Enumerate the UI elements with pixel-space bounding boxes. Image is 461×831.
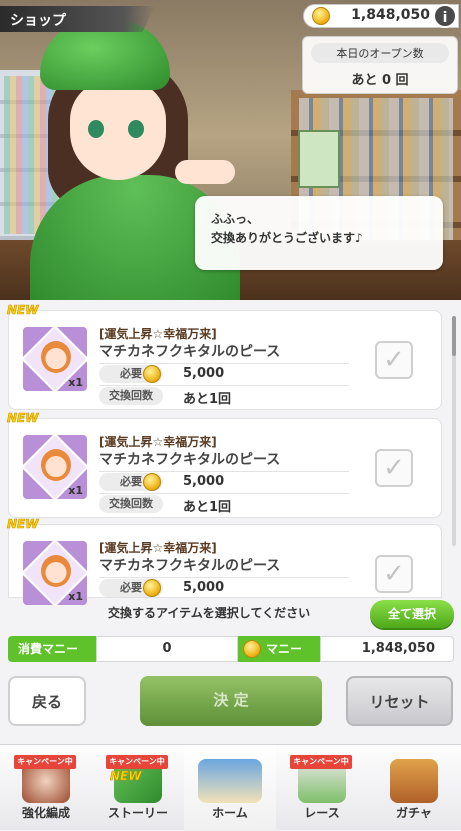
new-badge: NEW [7, 517, 39, 532]
item-quantity: x1 [68, 590, 83, 603]
speech-bubble: ふふっ、 交換ありがとうございます♪ [195, 196, 443, 270]
character-face [70, 80, 166, 180]
item-checkbox[interactable]: ✓ [375, 341, 413, 379]
nav-label: レース [304, 806, 340, 820]
spend-money-label: 消費マニー [8, 636, 96, 662]
nav-label: 強化編成 [21, 806, 70, 820]
nav-label: ホーム [212, 806, 248, 820]
item-quantity: x1 [68, 484, 83, 497]
character-eye-right [128, 120, 144, 138]
nav-item-enhance[interactable]: キャンペーン中 強化編成 [0, 745, 92, 831]
item-name: マチカネフクキタルのピース [99, 558, 281, 574]
list-scrollbar[interactable] [452, 316, 456, 546]
character-portrait-icon [41, 449, 71, 481]
back-button[interactable]: 戻る [8, 676, 86, 726]
exchange-count-label: 交換回数 [99, 495, 163, 513]
list-item[interactable]: NEW x1 [運気上昇☆幸福万来] マチカネフクキタルのピース 必要 5,00… [7, 411, 442, 518]
exchange-count: あと1回 [183, 500, 232, 515]
gacha-gate-icon [390, 759, 438, 803]
character-portrait-icon [41, 341, 71, 373]
money-value: 1,848,050 [351, 7, 430, 23]
info-button[interactable]: i [433, 4, 457, 28]
coin-icon [143, 579, 161, 597]
coin-icon [243, 640, 261, 658]
item-category: [運気上昇☆幸福万来] [99, 435, 217, 449]
nav-item-home[interactable]: ホーム [184, 745, 276, 831]
list-item[interactable]: NEW x1 [運気上昇☆幸福万来] マチカネフクキタルのピース 必要 5,00… [7, 517, 442, 605]
select-all-button[interactable]: 全て選択 [370, 600, 454, 628]
open-count-value: あと 0 回 [351, 73, 409, 88]
nav-label: ガチャ [396, 806, 432, 820]
speech-line-2: 交換ありがとうございます♪ [211, 231, 363, 246]
item-cost: 5,000 [183, 580, 225, 595]
page-title: ショップ [0, 6, 155, 32]
item-thumbnail: x1 [23, 327, 87, 391]
coin-icon [143, 473, 161, 491]
item-cost: 5,000 [183, 474, 225, 489]
exchange-count-label: 交換回数 [99, 387, 163, 405]
list-item[interactable]: NEW x1 [運気上昇☆幸福万来] マチカネフクキタルのピース 必要 5,00… [7, 303, 442, 410]
school-building-icon [198, 759, 262, 803]
character-hand [175, 160, 235, 184]
new-badge: NEW [7, 411, 39, 426]
new-badge: NEW [110, 769, 142, 784]
nav-item-story[interactable]: キャンペーン中 NEW ストーリー [92, 745, 184, 831]
open-count-label: 本日のオープン数 [311, 43, 449, 63]
confirm-button[interactable]: 決 定 [140, 676, 322, 726]
nav-item-race[interactable]: キャンペーン中 レース [276, 745, 368, 831]
character-portrait-icon [41, 555, 71, 587]
item-thumbnail: x1 [23, 541, 87, 605]
spend-money-value: 0 [96, 636, 238, 662]
campaign-badge: キャンペーン中 [106, 755, 168, 769]
character-eye-left [88, 120, 104, 138]
coin-icon [312, 7, 330, 25]
coin-icon [143, 365, 161, 383]
campaign-badge: キャンペーン中 [290, 755, 352, 769]
item-checkbox[interactable]: ✓ [375, 449, 413, 487]
open-count-panel: 本日のオープン数 あと 0 回 [302, 36, 458, 94]
item-name: マチカネフクキタルのピース [99, 452, 281, 468]
item-name: マチカネフクキタルのピース [99, 344, 281, 360]
speech-line-1: ふふっ、 [211, 212, 260, 226]
new-badge: NEW [7, 303, 39, 318]
campaign-badge: キャンペーン中 [14, 755, 76, 769]
reset-button[interactable]: リセット [346, 676, 453, 726]
money-value: 1,848,050 [320, 636, 454, 662]
item-category: [運気上昇☆幸福万来] [99, 541, 217, 555]
nav-item-gacha[interactable]: ガチャ [368, 745, 460, 831]
money-summary: 消費マニー 0 マニー 1,848,050 [8, 636, 454, 662]
item-category: [運気上昇☆幸福万来] [99, 327, 217, 341]
item-thumbnail: x1 [23, 435, 87, 499]
exchange-count: あと1回 [183, 392, 232, 407]
shop-sign [298, 130, 340, 188]
item-cost: 5,000 [183, 366, 225, 381]
item-checkbox[interactable]: ✓ [375, 555, 413, 593]
nav-label: ストーリー [107, 806, 168, 820]
bottom-nav: キャンペーン中 強化編成 キャンペーン中 NEW ストーリー ホーム キャンペー… [0, 744, 461, 831]
item-quantity: x1 [68, 376, 83, 389]
